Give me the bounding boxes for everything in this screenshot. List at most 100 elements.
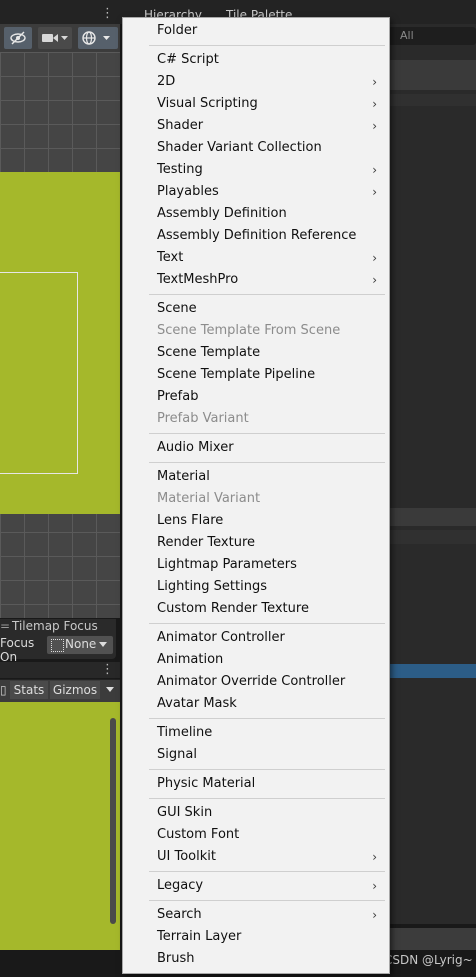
menu-item-render-texture[interactable]: Render Texture <box>123 532 385 554</box>
menu-separator <box>149 718 385 719</box>
menu-item-animator-override-controller[interactable]: Animator Override Controller <box>123 671 385 693</box>
menu-item-label: Scene <box>157 301 197 316</box>
menu-item-testing[interactable]: Testing › <box>123 159 385 181</box>
game-more-options-icon[interactable]: ⋮ <box>101 662 114 677</box>
menu-item-c-script[interactable]: C# Script <box>123 49 385 71</box>
menu-item-lens-flare[interactable]: Lens Flare <box>123 510 385 532</box>
menu-item-label: Scene Template From Scene <box>157 323 341 338</box>
menu-item-label: Lightmap Parameters <box>157 557 297 572</box>
visibility-toggle-button[interactable] <box>4 27 32 49</box>
menu-item-playables[interactable]: Playables › <box>123 181 385 203</box>
submenu-chevron-icon: › <box>372 908 377 922</box>
menu-item-assembly-definition[interactable]: Assembly Definition <box>123 203 385 225</box>
menu-item-shader[interactable]: Shader › <box>123 115 385 137</box>
more-options-icon[interactable]: ⋮ <box>101 6 114 21</box>
menu-item-label: C# Script <box>157 52 219 67</box>
submenu-chevron-icon: › <box>372 251 377 265</box>
globe-gizmo-icon <box>82 31 110 45</box>
panel-header <box>384 60 476 90</box>
menu-item-label: Animator Override Controller <box>157 674 346 689</box>
menu-item-scene-template[interactable]: Scene Template <box>123 342 385 364</box>
selection-square-icon <box>51 639 64 652</box>
menu-separator <box>149 769 385 770</box>
submenu-chevron-icon: › <box>372 97 377 111</box>
aspect-icon[interactable]: ▯ <box>0 683 7 697</box>
gizmos-button[interactable]: Gizmos <box>50 681 100 699</box>
menu-item-material-variant: Material Variant <box>123 488 385 510</box>
menu-item-prefab-variant: Prefab Variant <box>123 408 385 430</box>
menu-item-scene-template-from-scene: Scene Template From Scene <box>123 320 385 342</box>
panel-row <box>384 530 476 544</box>
selected-row[interactable] <box>384 664 476 678</box>
menu-item-search[interactable]: Search › <box>123 904 385 926</box>
menu-item-custom-font[interactable]: Custom Font <box>123 824 385 846</box>
menu-item-scene-template-pipeline[interactable]: Scene Template Pipeline <box>123 364 385 386</box>
game-scrollbar[interactable] <box>110 718 116 924</box>
menu-item-animator-controller[interactable]: Animator Controller <box>123 627 385 649</box>
menu-item-label: Animator Controller <box>157 630 285 645</box>
menu-item-avatar-mask[interactable]: Avatar Mask <box>123 693 385 715</box>
project-panel <box>384 24 476 924</box>
menu-item-folder[interactable]: Folder <box>123 20 385 42</box>
menu-item-label: Material <box>157 469 210 484</box>
menu-item-label: Playables <box>157 184 219 199</box>
scene-toolbar <box>0 24 120 52</box>
menu-item-label: Physic Material <box>157 776 256 791</box>
menu-item-terrain-layer[interactable]: Terrain Layer <box>123 926 385 948</box>
menu-item-label: Scene Template <box>157 345 261 360</box>
gizmo-menu-button[interactable] <box>78 27 118 49</box>
menu-item-label: Prefab Variant <box>157 411 249 426</box>
submenu-chevron-icon: › <box>372 185 377 199</box>
menu-item-physic-material[interactable]: Physic Material <box>123 773 385 795</box>
menu-item-lightmap-parameters[interactable]: Lightmap Parameters <box>123 554 385 576</box>
focus-target-dropdown[interactable]: None <box>46 635 114 655</box>
menu-item-gui-skin[interactable]: GUI Skin <box>123 802 385 824</box>
menu-item-lighting-settings[interactable]: Lighting Settings <box>123 576 385 598</box>
submenu-chevron-icon: › <box>372 879 377 893</box>
menu-item-ui-toolkit[interactable]: UI Toolkit › <box>123 846 385 868</box>
game-view[interactable] <box>0 702 120 950</box>
tilemap-focus-header: = Tilemap Focus <box>0 619 116 636</box>
panel-footer <box>384 928 476 950</box>
menu-item-custom-render-texture[interactable]: Custom Render Texture <box>123 598 385 620</box>
menu-item-animation[interactable]: Animation <box>123 649 385 671</box>
menu-item-label: Avatar Mask <box>157 696 237 711</box>
panel-header <box>384 508 476 526</box>
camera-settings-button[interactable] <box>38 27 72 49</box>
menu-item-legacy[interactable]: Legacy › <box>123 875 385 897</box>
menu-item-assembly-definition-reference[interactable]: Assembly Definition Reference <box>123 225 385 247</box>
menu-separator <box>149 623 385 624</box>
search-placeholder: All <box>400 29 414 42</box>
menu-item-label: Timeline <box>157 725 213 740</box>
menu-item-label: Shader <box>157 118 204 133</box>
menu-separator <box>149 45 385 46</box>
menu-separator <box>149 900 385 901</box>
menu-item-timeline[interactable]: Timeline <box>123 722 385 744</box>
menu-item-scene[interactable]: Scene <box>123 298 385 320</box>
menu-item-material[interactable]: Material <box>123 466 385 488</box>
menu-item-label: Search <box>157 907 202 922</box>
menu-item-prefab[interactable]: Prefab <box>123 386 385 408</box>
menu-item-text[interactable]: Text › <box>123 247 385 269</box>
menu-item-label: Lens Flare <box>157 513 224 528</box>
hidden-eye-icon <box>10 31 26 45</box>
menu-item-2d[interactable]: 2D › <box>123 71 385 93</box>
submenu-chevron-icon: › <box>372 75 377 89</box>
menu-item-signal[interactable]: Signal <box>123 744 385 766</box>
stats-button[interactable]: Stats <box>10 681 48 699</box>
menu-item-shader-variant-collection[interactable]: Shader Variant Collection <box>123 137 385 159</box>
menu-item-label: GUI Skin <box>157 805 213 820</box>
gizmos-dropdown-icon[interactable] <box>106 687 114 692</box>
menu-item-brush[interactable]: Brush <box>123 948 385 970</box>
menu-item-label: Assembly Definition <box>157 206 287 221</box>
menu-item-label: TextMeshPro <box>157 272 239 287</box>
menu-separator <box>149 462 385 463</box>
dropdown-arrow-icon <box>99 642 107 647</box>
menu-item-label: Brush <box>157 951 195 966</box>
create-context-menu: Folder C# Script 2D › Visual Scripting › Shade… <box>122 17 390 974</box>
menu-item-label: Scene Template Pipeline <box>157 367 316 382</box>
drag-handle-icon[interactable]: = <box>0 619 10 633</box>
menu-item-visual-scripting[interactable]: Visual Scripting › <box>123 93 385 115</box>
menu-item-audio-mixer[interactable]: Audio Mixer <box>123 437 385 459</box>
menu-item-textmeshpro[interactable]: TextMeshPro › <box>123 269 385 291</box>
